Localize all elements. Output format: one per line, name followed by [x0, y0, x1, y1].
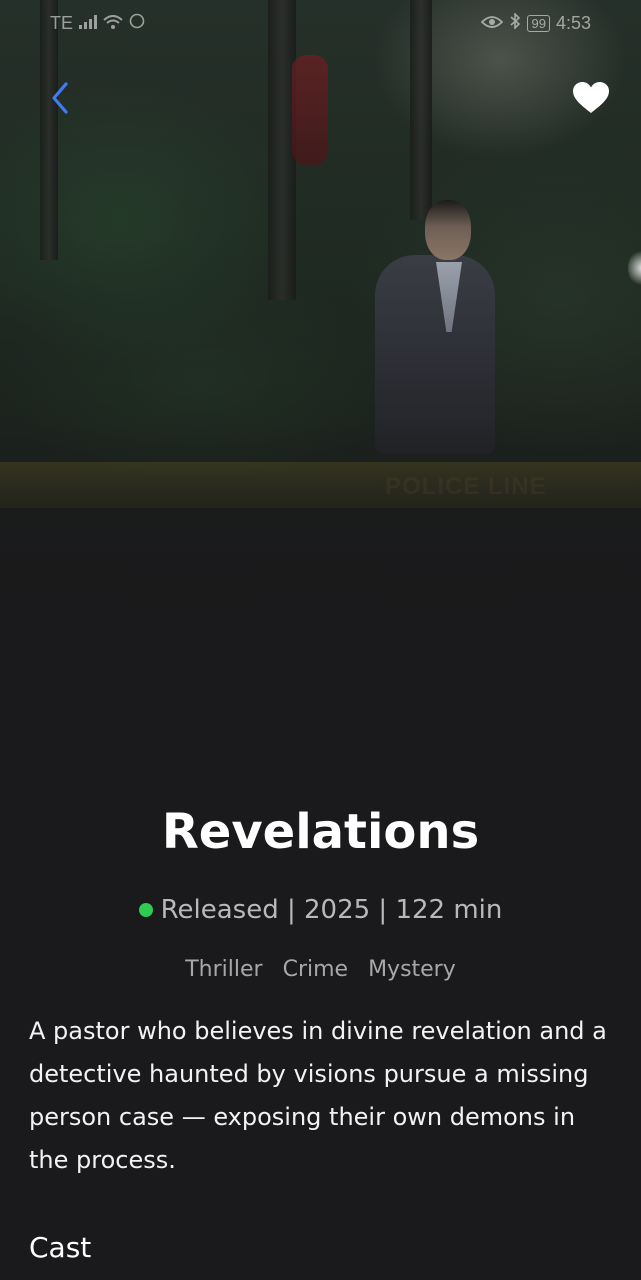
- bluetooth-icon: [509, 12, 521, 34]
- meta-separator: |: [278, 895, 304, 925]
- release-status: Released: [160, 895, 279, 925]
- signal-icon: [79, 13, 98, 34]
- clock: 4:53: [555, 13, 591, 33]
- battery-icon: 99: [527, 15, 550, 32]
- runtime: 122 min: [395, 895, 503, 925]
- back-button[interactable]: [38, 76, 82, 120]
- status-bar: TE 99 4:53: [0, 0, 641, 48]
- genre-chip[interactable]: Thriller: [185, 952, 262, 988]
- chevron-left-icon: [52, 82, 68, 114]
- cast-section-heading: Cast: [29, 1231, 92, 1264]
- genre-chip[interactable]: Mystery: [368, 952, 456, 988]
- wifi-icon: [103, 13, 123, 34]
- meta-separator: |: [370, 895, 396, 925]
- release-year: 2025: [304, 895, 371, 925]
- movie-overview: A pastor who believes in divine revelati…: [29, 1017, 607, 1174]
- battery-level: 99: [531, 16, 546, 31]
- genre-list: Thriller Crime Mystery: [0, 952, 641, 988]
- genre-chip[interactable]: Crime: [283, 952, 348, 988]
- status-indicator-icon: [138, 903, 153, 917]
- carrier-label: TE: [50, 13, 74, 33]
- hero-backdrop-image: POLICE LINE: [0, 0, 641, 760]
- favorite-button[interactable]: [568, 76, 614, 120]
- heart-icon: [573, 82, 609, 113]
- eye-icon: [481, 13, 504, 34]
- movie-meta: Released | 2025 | 122 min: [0, 890, 641, 930]
- whatsapp-icon: [129, 13, 145, 34]
- movie-title: Revelations: [161, 804, 480, 860]
